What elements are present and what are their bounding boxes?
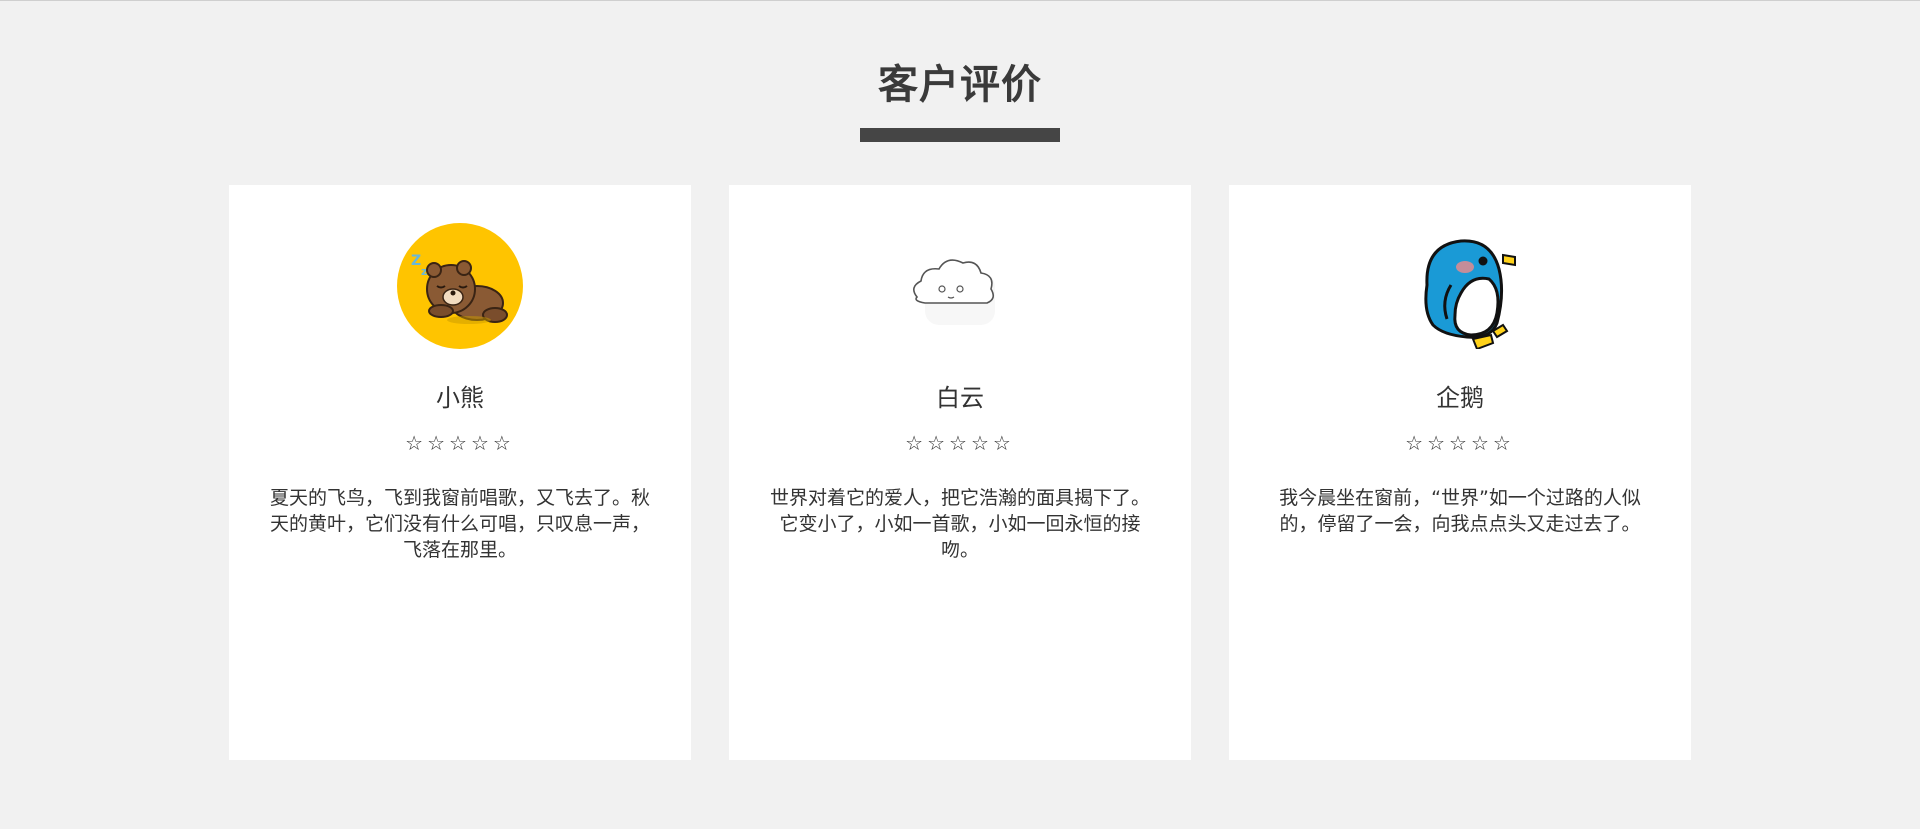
reviewer-name: 白云 [936,384,984,412]
reviewer-name: 企鹅 [1436,384,1484,412]
section-title: 客户评价 [878,62,1042,108]
star-rating: ☆☆☆☆☆ [905,431,1015,455]
svg-text:Z: Z [411,253,421,269]
review-card-penguin: 企鹅 ☆☆☆☆☆ 我今晨坐在窗前，“世界”如一个过路的人似的，停留了一会，向我点… [1229,185,1691,760]
review-text: 夏天的飞鸟，飞到我窗前唱歌，又飞去了。秋天的黄叶，它们没有什么可唱，只叹息一声，… [269,487,650,561]
review-text: 我今晨坐在窗前，“世界”如一个过路的人似的，停留了一会，向我点点头又走过去了。 [1279,487,1641,535]
reviewer-name: 小熊 [436,384,484,412]
review-card-bear: Z z 小熊 ☆☆☆☆☆ 夏天的飞鸟，飞到我窗前唱歌，又飞去了。秋天的黄叶，它们… [229,185,691,760]
top-border [0,0,1920,1]
sleeping-bear-avatar: Z z [397,223,523,349]
star-rating: ☆☆☆☆☆ [405,431,515,455]
cloud-avatar [897,223,1023,349]
review-card-cloud: 白云 ☆☆☆☆☆ 世界对着它的爱人，把它浩瀚的面具揭下了。它变小了，小如一首歌，… [729,185,1191,760]
penguin-avatar [1397,223,1523,349]
title-underline [860,128,1060,142]
star-rating: ☆☆☆☆☆ [1405,431,1515,455]
review-text: 世界对着它的爱人，把它浩瀚的面具揭下了。它变小了，小如一首歌，小如一回永恒的接吻… [769,487,1150,561]
